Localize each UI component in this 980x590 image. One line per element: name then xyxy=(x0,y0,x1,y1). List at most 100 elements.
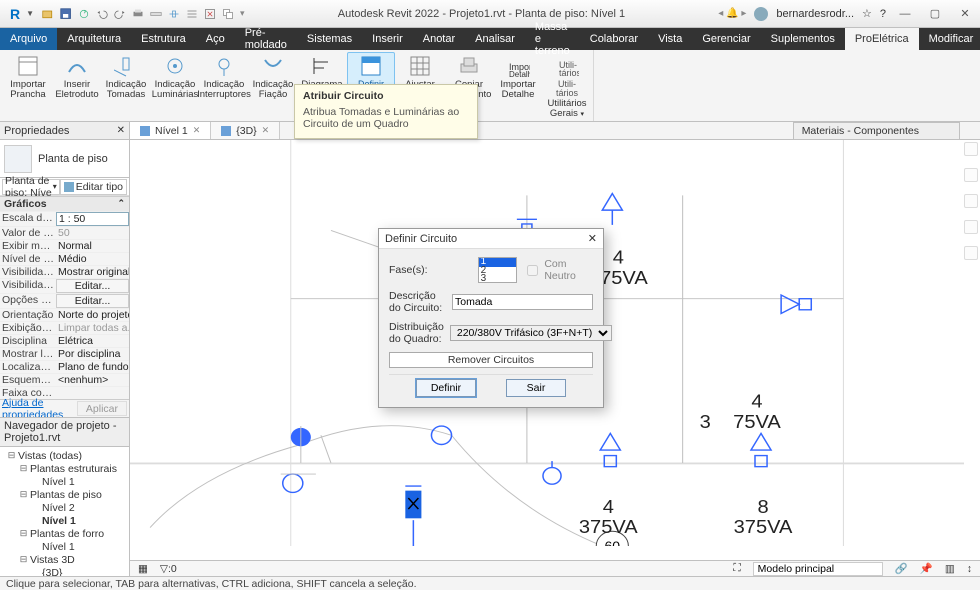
ribbon-utilitários-gerais[interactable]: Utili-táriosUtili- táriosUtilitáriosGera… xyxy=(543,52,591,122)
measure-icon[interactable] xyxy=(150,8,162,20)
tree-node[interactable]: ⊟Plantas de piso xyxy=(0,488,129,501)
tab-estrutura[interactable]: Estrutura xyxy=(131,28,196,50)
drag-icon[interactable]: ↕ xyxy=(967,563,972,575)
prop-row[interactable]: Opções de exi...Editar... xyxy=(0,293,129,308)
nav-cube-icon[interactable] xyxy=(964,168,978,182)
redo-icon[interactable] xyxy=(114,8,126,20)
tab-modificar[interactable]: Modificar xyxy=(919,28,980,50)
window-maximize[interactable]: ▢ xyxy=(924,3,946,25)
tab-file[interactable]: Arquivo xyxy=(0,28,57,50)
type-selector[interactable]: Planta de piso xyxy=(0,140,129,178)
design-option-dropdown[interactable] xyxy=(753,562,883,576)
ribbon-importar-prancha[interactable]: ImportarPrancha xyxy=(4,52,52,122)
prop-row[interactable]: Visibilidade d...Mostrar original xyxy=(0,265,129,278)
tab-vista[interactable]: Vista xyxy=(648,28,692,50)
undo-icon[interactable] xyxy=(96,8,108,20)
properties-close-icon[interactable]: ✕ xyxy=(117,125,125,136)
definir-button[interactable]: Definir xyxy=(416,379,476,397)
pin-select-icon[interactable]: 📌 xyxy=(920,562,933,575)
user-name[interactable]: bernardesrodr... xyxy=(776,8,854,20)
workset-icon[interactable]: ⛶ xyxy=(733,562,740,575)
fases-listbox[interactable]: 123 xyxy=(478,257,518,283)
link-select-icon[interactable]: 🔗 xyxy=(895,562,908,575)
prop-row[interactable]: Esquema de cor<nenhum> xyxy=(0,373,129,386)
tree-node[interactable]: ⊟Vistas 3D xyxy=(0,553,129,566)
tab-a-o[interactable]: Aço xyxy=(196,28,235,50)
app-menu-caret[interactable]: ▼ xyxy=(26,9,34,18)
print-icon[interactable] xyxy=(132,8,144,20)
prop-row[interactable]: Mostrar linhas...Por disciplina xyxy=(0,347,129,360)
tree-node[interactable]: ⊟Vistas (todas) xyxy=(0,449,129,462)
selection-filter-icon[interactable]: ▦ xyxy=(138,563,148,575)
filter-icon[interactable]: ▽:0 xyxy=(160,563,177,575)
close-inactive-icon[interactable] xyxy=(204,8,216,20)
section-icon[interactable] xyxy=(168,8,180,20)
project-browser-header[interactable]: Navegador de projeto - Projeto1.rvt xyxy=(0,417,129,447)
dialog-titlebar[interactable]: Definir Circuito ✕ xyxy=(379,229,603,249)
tree-node[interactable]: {3D} xyxy=(0,566,129,576)
project-browser-tree[interactable]: ⊟Vistas (todas)⊟Plantas estruturaisNível… xyxy=(0,447,129,576)
tab-colaborar[interactable]: Colaborar xyxy=(580,28,648,50)
descricao-input[interactable] xyxy=(452,294,593,310)
open-icon[interactable] xyxy=(42,8,54,20)
materials-palette-header[interactable]: Materiais - Componentes xyxy=(793,122,960,140)
tab-sistemas[interactable]: Sistemas xyxy=(297,28,362,50)
prop-row[interactable]: Visibilidade/S...Editar... xyxy=(0,278,129,293)
distribuicao-select[interactable]: 220/380V Trifásico (3F+N+T) xyxy=(450,325,612,341)
nav-pan-icon[interactable] xyxy=(964,220,978,234)
tab-arquitetura[interactable]: Arquitetura xyxy=(57,28,131,50)
window-close[interactable]: ✕ xyxy=(954,3,976,25)
prop-row[interactable]: Nível de detalheMédio xyxy=(0,252,129,265)
prop-row[interactable]: Exibir modeloNormal xyxy=(0,239,129,252)
prop-row[interactable]: Escala da vista1 : 50 xyxy=(0,211,129,226)
properties-apply-button[interactable]: Aplicar xyxy=(77,401,127,416)
ribbon-indicação-luminárias[interactable]: IndicaçãoLuminárias xyxy=(151,52,199,122)
nav-home-icon[interactable] xyxy=(964,142,978,156)
tree-node[interactable]: Nível 1 xyxy=(0,475,129,488)
instance-filter-dropdown[interactable]: Planta de piso: Níve▾ xyxy=(2,179,60,195)
ribbon-importar-detalhe[interactable]: ImportDetalheImportarDetalhe xyxy=(494,52,542,122)
dialog-close-icon[interactable]: ✕ xyxy=(588,232,597,245)
tab-massa-e-terreno[interactable]: Massa e terreno xyxy=(525,28,580,50)
tab-inserir[interactable]: Inserir xyxy=(362,28,413,50)
navigation-bar[interactable] xyxy=(964,142,978,260)
properties-category[interactable]: Gráficos⌃ xyxy=(0,196,129,211)
ribbon-inserir-eletroduto[interactable]: InserirEletroduto xyxy=(53,52,101,122)
ribbon-indicação-fiação[interactable]: IndicaçãoFiação xyxy=(249,52,297,122)
sair-button[interactable]: Sair xyxy=(506,379,566,397)
prop-row[interactable]: DisciplinaElétrica xyxy=(0,334,129,347)
remover-circuitos-button[interactable]: Remover Circuitos xyxy=(389,352,593,368)
switch-windows-icon[interactable] xyxy=(222,8,234,20)
thin-lines-icon[interactable] xyxy=(186,8,198,20)
tab-gerenciar[interactable]: Gerenciar xyxy=(692,28,760,50)
save-icon[interactable] xyxy=(60,8,72,20)
ribbon-indicação-tomadas[interactable]: IndicaçãoTomadas xyxy=(102,52,150,122)
com-neutro-checkbox[interactable]: Com Neutro xyxy=(523,258,593,282)
view-tab[interactable]: Nível 1✕ xyxy=(130,122,211,139)
sync-icon[interactable] xyxy=(78,8,90,20)
tree-node[interactable]: ⊟Plantas de forro xyxy=(0,527,129,540)
window-minimize[interactable]: — xyxy=(894,3,916,25)
favorites-icon[interactable]: ☆ xyxy=(862,7,872,20)
face-select-icon[interactable]: ▥ xyxy=(945,563,955,575)
prop-row[interactable]: Localização d...Plano de fundo xyxy=(0,360,129,373)
prop-row[interactable]: OrientaçãoNorte do projeto xyxy=(0,308,129,321)
tab-analisar[interactable]: Analisar xyxy=(465,28,525,50)
nav-zoom-icon[interactable] xyxy=(964,246,978,260)
tree-node[interactable]: Nível 1 xyxy=(0,514,129,527)
edit-type-button[interactable]: Editar tipo xyxy=(60,179,127,195)
view-tab[interactable]: {3D}✕ xyxy=(211,122,280,139)
tree-node[interactable]: Nível 2 xyxy=(0,501,129,514)
tab-suplementos[interactable]: Suplementos xyxy=(761,28,845,50)
nav-wheel-icon[interactable] xyxy=(964,194,978,208)
tab-proel-trica[interactable]: ProElétrica xyxy=(845,28,919,50)
tree-node[interactable]: Nível 1 xyxy=(0,540,129,553)
properties-header[interactable]: Propriedades ✕ xyxy=(0,122,129,140)
tab-pr-moldado[interactable]: Pré-moldado xyxy=(235,28,297,50)
user-avatar[interactable] xyxy=(754,7,768,21)
tab-anotar[interactable]: Anotar xyxy=(413,28,465,50)
prop-row[interactable]: Exibição de ju...Limpar todas a... xyxy=(0,321,129,334)
prop-row[interactable]: Valor de escal...50 xyxy=(0,226,129,239)
tree-node[interactable]: ⊟Plantas estruturais xyxy=(0,462,129,475)
help-icon[interactable]: ? xyxy=(880,8,886,20)
